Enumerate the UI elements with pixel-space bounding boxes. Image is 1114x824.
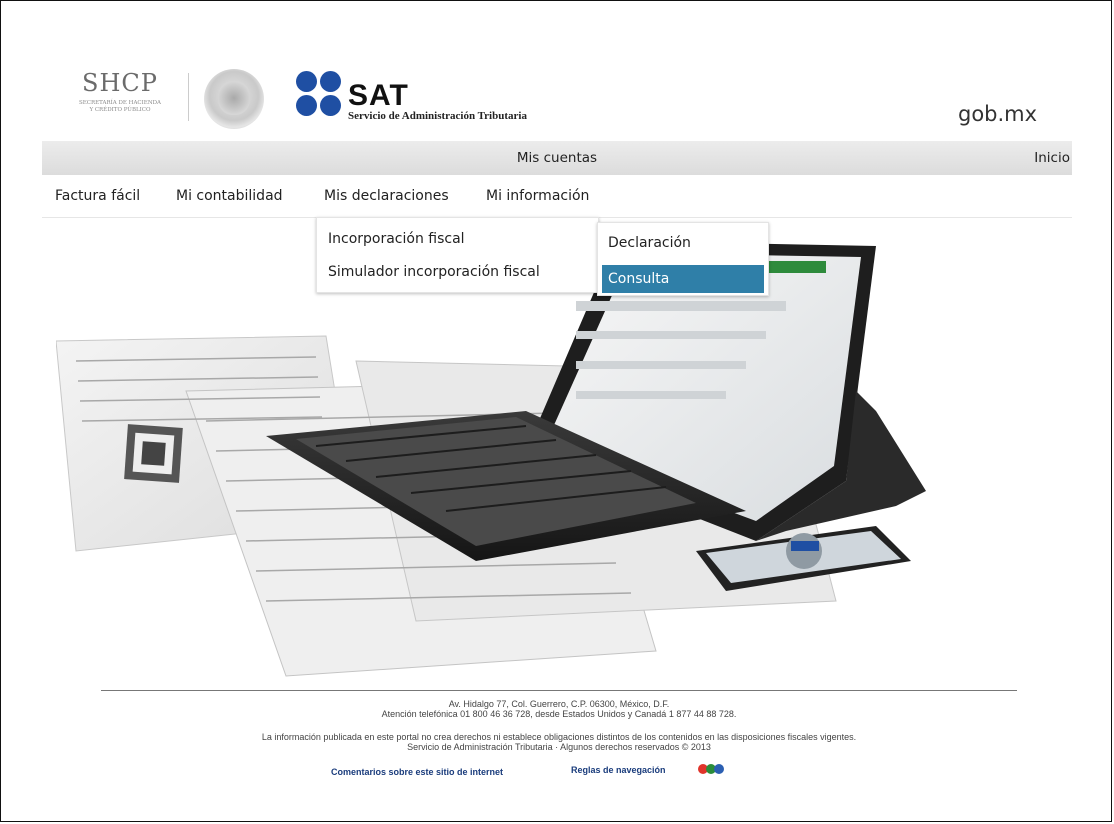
top-nav-bar: Mis cuentas Inicio [42,141,1072,175]
sat-logo-icon[interactable] [296,71,342,117]
accessibility-dots-icon [698,764,724,776]
menu-item-mis-declaraciones[interactable]: Mis declaraciones [324,188,449,204]
shcp-logo[interactable]: SHCP SECRETARÍA DE HACIENDA Y CRÉDITO PÚ… [65,69,175,114]
mexico-seal-icon [204,69,264,129]
menu-item-mi-informacion[interactable]: Mi información [486,188,589,204]
footer-phone: Atención telefónica 01 800 46 36 728, de… [381,709,737,719]
section-title: Mis cuentas [516,150,598,166]
submenu-item-declaracion[interactable]: Declaración [608,235,691,251]
footer-address: Av. Hidalgo 77, Col. Guerrero, C.P. 0630… [448,699,670,709]
comments-link[interactable]: Comentarios sobre este sitio de internet [331,767,503,777]
submenu-item-consulta[interactable]: Consulta [602,265,764,293]
shcp-logo-text: SHCP [82,69,158,97]
sat-logo-text[interactable]: SAT [348,81,409,111]
footer-divider [101,690,1017,691]
menu-item-factura-facil[interactable]: Factura fácil [55,188,140,204]
mis-declaraciones-dropdown: Incorporación fiscal Simulador incorpora… [316,217,599,293]
incorporacion-fiscal-submenu: Declaración Consulta [597,222,769,296]
footer-disclaimer: La información publicada en este portal … [261,732,857,742]
dropdown-item-simulador-incorporacion-fiscal[interactable]: Simulador incorporación fiscal [328,264,540,280]
page-frame: SHCP SECRETARÍA DE HACIENDA Y CRÉDITO PÚ… [0,0,1112,822]
navigation-rules-link[interactable]: Reglas de navegación [571,765,666,775]
menu-item-mi-contabilidad[interactable]: Mi contabilidad [176,188,283,204]
gobmx-logo[interactable]: gob.mx [958,102,1037,126]
sat-logo-subtitle: Servicio de Administración Tributaria [348,110,527,122]
home-link[interactable]: Inicio [1034,150,1070,166]
dropdown-item-incorporacion-fiscal[interactable]: Incorporación fiscal [328,231,465,247]
logo-divider [188,73,189,121]
main-menu: Factura fácil Mi contabilidad Mis declar… [42,175,1072,218]
shcp-logo-subtitle: SECRETARÍA DE HACIENDA Y CRÉDITO PÚBLICO [78,100,162,113]
footer-copyright: Servicio de Administración Tributaria · … [407,742,711,752]
